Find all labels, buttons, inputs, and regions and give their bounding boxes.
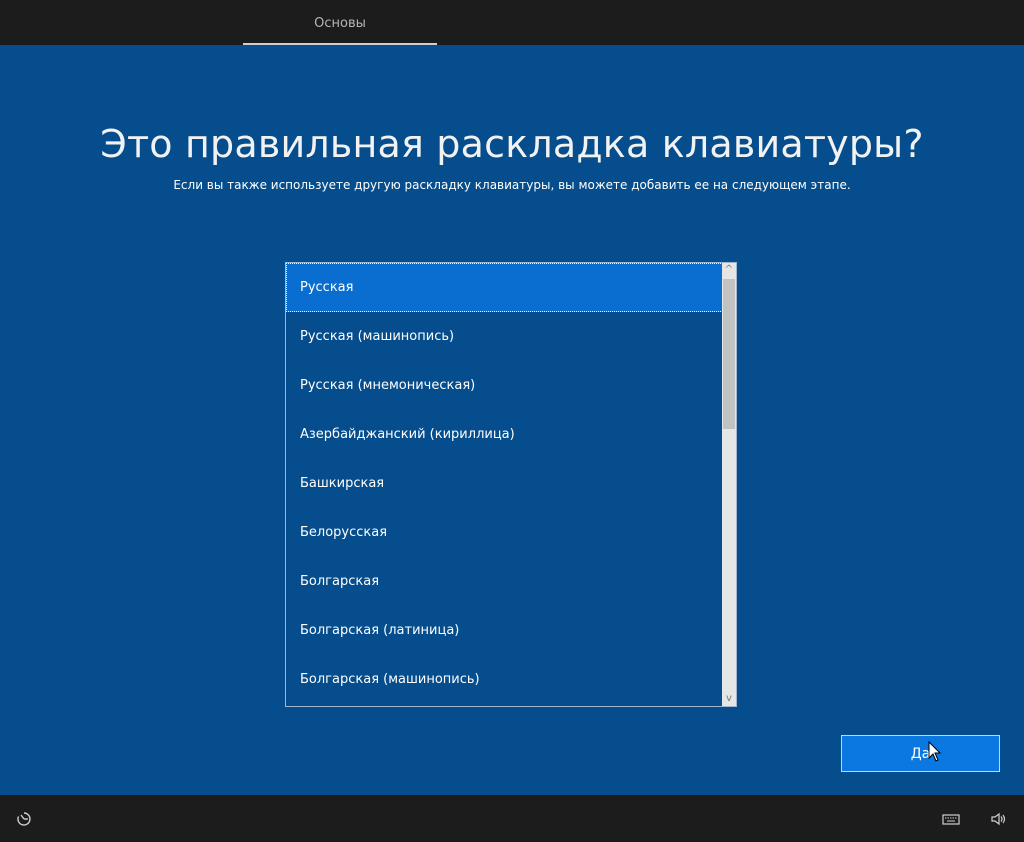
- list-item[interactable]: Белорусская: [286, 508, 723, 557]
- list-item-label: Русская (мнемоническая): [300, 378, 476, 393]
- list-item[interactable]: Русская (машинопись): [286, 312, 723, 361]
- top-bar: Основы: [0, 0, 1024, 45]
- scroll-down-arrow-icon[interactable]: v: [722, 692, 736, 706]
- keyboard-layout-list[interactable]: Русская Русская (машинопись) Русская (мн…: [285, 262, 737, 707]
- list-item-label: Болгарская: [300, 574, 380, 589]
- list-item-label: Русская: [300, 280, 354, 295]
- yes-button[interactable]: Да: [841, 735, 1000, 772]
- tab-basics[interactable]: Основы: [243, 0, 437, 45]
- list-item-label: Белорусская: [300, 525, 388, 540]
- page-subtitle: Если вы также используете другую расклад…: [173, 178, 851, 192]
- list-item-label: Болгарская (латиница): [300, 623, 460, 638]
- mouse-cursor-icon: [928, 741, 942, 762]
- tab-basics-label: Основы: [314, 16, 366, 31]
- list-item-label: Болгарская (машинопись): [300, 672, 480, 687]
- list-item-label: Азербайджанский (кириллица): [300, 427, 515, 442]
- page-title: Это правильная раскладка клавиатуры?: [100, 122, 924, 166]
- bottom-bar: [0, 795, 1024, 842]
- list-item[interactable]: Русская (мнемоническая): [286, 361, 723, 410]
- list-item[interactable]: Болгарская: [286, 557, 723, 606]
- list-item-selected[interactable]: Русская: [286, 263, 723, 312]
- list-scrollbar[interactable]: ^ v: [722, 263, 736, 706]
- keyboard-icon[interactable]: [941, 810, 961, 828]
- list-item[interactable]: Азербайджанский (кириллица): [286, 410, 723, 459]
- list-items: Русская Русская (машинопись) Русская (мн…: [286, 263, 723, 706]
- scroll-up-arrow-icon[interactable]: ^: [722, 263, 736, 277]
- list-item[interactable]: Болгарская (машинопись): [286, 655, 723, 704]
- scroll-thumb[interactable]: [723, 279, 735, 429]
- setup-panel: Это правильная раскладка клавиатуры? Есл…: [0, 45, 1024, 795]
- list-item-label: Башкирская: [300, 476, 385, 491]
- list-item[interactable]: Башкирская: [286, 459, 723, 508]
- accessibility-icon[interactable]: [15, 810, 33, 828]
- list-item-label: Русская (машинопись): [300, 329, 455, 344]
- volume-icon[interactable]: [989, 810, 1007, 828]
- list-item[interactable]: Болгарская (латиница): [286, 606, 723, 655]
